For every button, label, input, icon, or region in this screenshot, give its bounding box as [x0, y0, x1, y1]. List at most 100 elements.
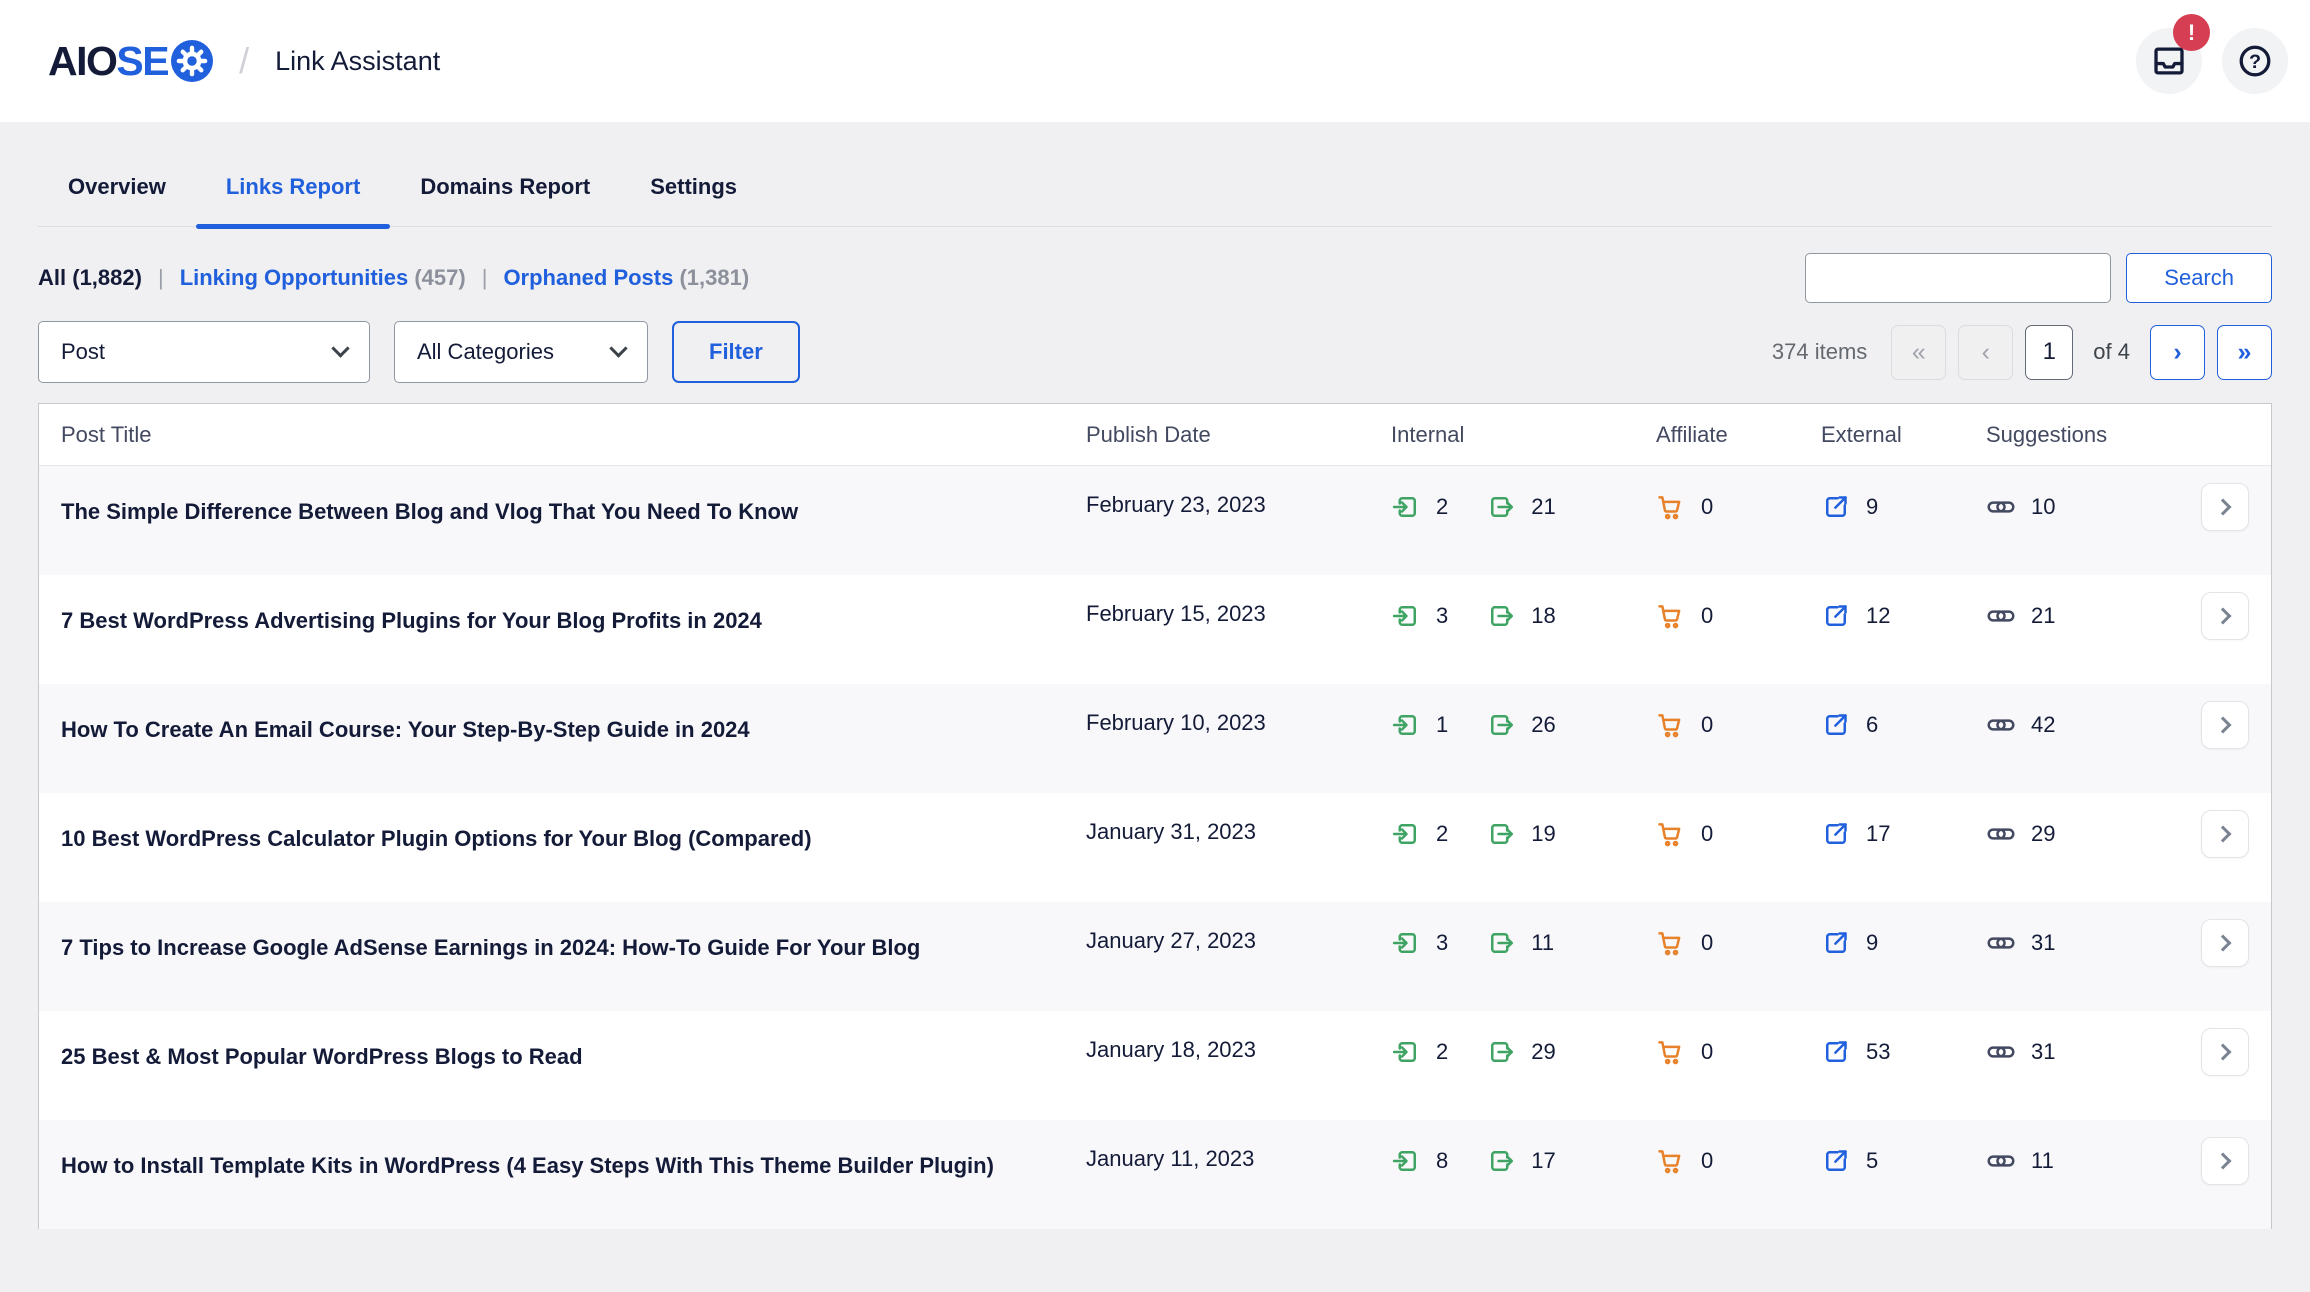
inbound-internal-links: 8: [1391, 1146, 1448, 1176]
chevron-right-icon: [2215, 826, 2232, 843]
inbound-link-icon: [1391, 1146, 1421, 1176]
inbound-link-icon: [1391, 1037, 1421, 1067]
post-title-link[interactable]: 7 Tips to Increase Google AdSense Earnin…: [61, 928, 1086, 968]
aioseo-logo: AIOSE: [48, 38, 213, 85]
suggestions-cell: 42: [1986, 710, 2201, 746]
outbound-link-icon: [1486, 492, 1516, 522]
inbound-internal-links: 2: [1391, 819, 1448, 849]
affiliate-links-cell: 0: [1656, 492, 1821, 528]
affiliate-links-cell: 0: [1656, 1146, 1821, 1182]
filter-all-label: All: [38, 265, 66, 290]
external-count: 12: [1866, 603, 1890, 629]
link-icon: [1986, 928, 2016, 958]
pagination-first-button[interactable]: «: [1891, 325, 1946, 380]
external-count: 9: [1866, 930, 1878, 956]
affiliate-count: 0: [1701, 494, 1713, 520]
external-count: 6: [1866, 712, 1878, 738]
items-count: 374 items: [1772, 339, 1867, 365]
gear-logo-icon: [171, 40, 213, 82]
column-header-internal: Internal: [1391, 422, 1656, 448]
post-title-link[interactable]: How to Install Template Kits in WordPres…: [61, 1146, 1086, 1186]
outbound-count: 29: [1531, 1039, 1555, 1065]
outbound-internal-links: 18: [1486, 601, 1555, 631]
affiliate-count: 0: [1701, 603, 1713, 629]
filter-all-link[interactable]: All (1,882): [38, 265, 142, 291]
tab-links-report[interactable]: Links Report: [196, 146, 390, 226]
publish-date: January 18, 2023: [1086, 1037, 1391, 1063]
pagination-last-button[interactable]: »: [2217, 325, 2272, 380]
row-details-button[interactable]: [2201, 701, 2249, 749]
suggestions-count: 21: [2031, 603, 2055, 629]
post-title-link[interactable]: The Simple Difference Between Blog and V…: [61, 492, 1086, 532]
external-link-icon: [1821, 1146, 1851, 1176]
filter-linking-label: Linking Opportunities: [180, 265, 409, 290]
pagination-next-button[interactable]: ›: [2150, 325, 2205, 380]
inbound-link-icon: [1391, 819, 1421, 849]
column-header-external: External: [1821, 422, 1986, 448]
table-row: How To Create An Email Course: Your Step…: [39, 684, 2271, 793]
internal-links-cell: 3 11: [1391, 928, 1656, 958]
filter-orphaned-posts-link[interactable]: Orphaned Posts (1,381): [503, 265, 749, 291]
category-select[interactable]: All Categories: [394, 321, 648, 383]
inbound-count: 8: [1436, 1148, 1448, 1174]
affiliate-count: 0: [1701, 930, 1713, 956]
external-count: 17: [1866, 821, 1890, 847]
search-button[interactable]: Search: [2126, 253, 2272, 303]
external-links-cell: 5: [1821, 1146, 1986, 1182]
post-title-link[interactable]: How To Create An Email Course: Your Step…: [61, 710, 1086, 750]
inbound-internal-links: 3: [1391, 928, 1448, 958]
row-details-button[interactable]: [2201, 1137, 2249, 1185]
tab-settings[interactable]: Settings: [620, 146, 767, 226]
external-count: 53: [1866, 1039, 1890, 1065]
suggestions-count: 11: [2031, 1148, 2054, 1174]
row-details-button[interactable]: [2201, 592, 2249, 640]
outbound-internal-links: 29: [1486, 1037, 1555, 1067]
pagination-page-input[interactable]: [2025, 325, 2073, 380]
post-type-select[interactable]: Post: [38, 321, 370, 383]
notifications-button[interactable]: !: [2136, 28, 2202, 94]
column-header-affiliate: Affiliate: [1656, 422, 1821, 448]
internal-links-cell: 8 17: [1391, 1146, 1656, 1176]
filter-button[interactable]: Filter: [672, 321, 800, 383]
table-row: 7 Tips to Increase Google AdSense Earnin…: [39, 902, 2271, 1011]
inbound-internal-links: 1: [1391, 710, 1448, 740]
filter-separator: |: [158, 265, 164, 291]
table-row: 25 Best & Most Popular WordPress Blogs t…: [39, 1011, 2271, 1120]
post-title-link[interactable]: 7 Best WordPress Advertising Plugins for…: [61, 601, 1086, 641]
internal-links-cell: 2 19: [1391, 819, 1656, 849]
row-details-button[interactable]: [2201, 483, 2249, 531]
table-body: The Simple Difference Between Blog and V…: [39, 466, 2271, 1229]
external-link-icon: [1821, 819, 1851, 849]
publish-date: January 27, 2023: [1086, 928, 1391, 954]
external-count: 5: [1866, 1148, 1878, 1174]
inbound-internal-links: 2: [1391, 492, 1448, 522]
affiliate-count: 0: [1701, 821, 1713, 847]
suggestions: 21: [1986, 601, 2055, 631]
filter-linking-opportunities-link[interactable]: Linking Opportunities (457): [180, 265, 466, 291]
affiliate-links-cell: 0: [1656, 601, 1821, 637]
post-title-link[interactable]: 10 Best WordPress Calculator Plugin Opti…: [61, 819, 1086, 859]
chevron-right-icon: [2215, 717, 2232, 734]
link-icon: [1986, 1146, 2016, 1176]
column-header-post-title: Post Title: [61, 422, 1086, 448]
publish-date: February 23, 2023: [1086, 492, 1391, 518]
search-input[interactable]: [1805, 253, 2111, 303]
tab-overview[interactable]: Overview: [38, 146, 196, 226]
publish-date: January 31, 2023: [1086, 819, 1391, 845]
row-action-cell: [2201, 1137, 2249, 1185]
row-details-button[interactable]: [2201, 919, 2249, 967]
filter-orphaned-label: Orphaned Posts: [503, 265, 673, 290]
pagination-prev-button[interactable]: ‹: [1958, 325, 2013, 380]
post-title-link[interactable]: 25 Best & Most Popular WordPress Blogs t…: [61, 1037, 1086, 1077]
internal-links-cell: 1 26: [1391, 710, 1656, 740]
inbound-link-icon: [1391, 601, 1421, 631]
suggestions-cell: 31: [1986, 1037, 2201, 1073]
tab-domains-report[interactable]: Domains Report: [390, 146, 620, 226]
row-details-button[interactable]: [2201, 810, 2249, 858]
controls-row: Post All Categories Filter 374 items « ‹…: [38, 321, 2272, 383]
suggestions-count: 31: [2031, 930, 2055, 956]
help-button[interactable]: ?: [2222, 28, 2288, 94]
row-details-button[interactable]: [2201, 1028, 2249, 1076]
outbound-link-icon: [1486, 710, 1516, 740]
external-links: 9: [1821, 928, 1878, 958]
